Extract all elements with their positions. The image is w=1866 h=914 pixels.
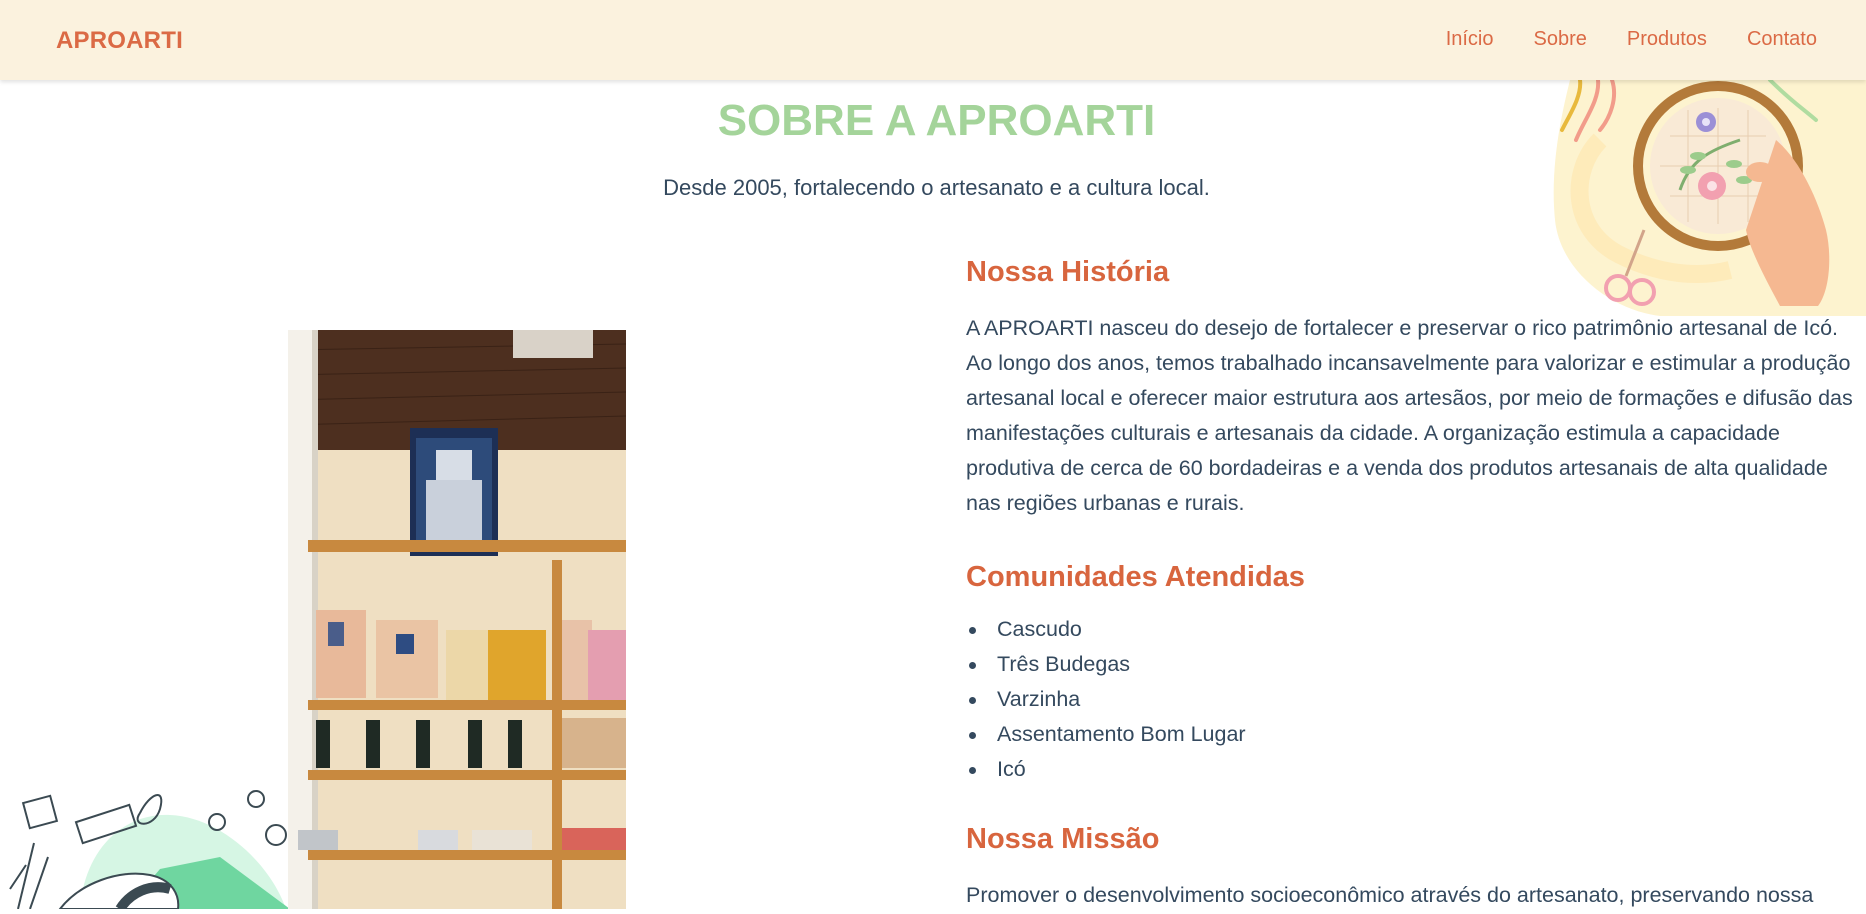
nav-link-sobre[interactable]: Sobre — [1534, 28, 1587, 51]
history-text: A APROARTI nasceu do desejo de fortalece… — [966, 311, 1866, 521]
brand-logo[interactable]: APROARTI — [56, 27, 183, 55]
mission-section: Nossa Missão Promover o desenvolvimento … — [966, 823, 1866, 913]
history-heading: Nossa História — [966, 256, 1866, 289]
nav-link-produtos[interactable]: Produtos — [1627, 28, 1707, 51]
list-item: Cascudo — [966, 612, 1866, 647]
nav-link-inicio[interactable]: Início — [1446, 28, 1494, 51]
communities-section: Comunidades Atendidas Cascudo Três Budeg… — [966, 561, 1866, 787]
about-content: Nossa História A APROARTI nasceu do dese… — [966, 256, 1866, 913]
page-subtitle: Desde 2005, fortalecendo o artesanato e … — [0, 175, 1866, 201]
page-title: SOBRE A APROARTI — [0, 96, 1866, 146]
mission-text: Promover o desenvolvimento socioeconômic… — [966, 878, 1866, 913]
list-item: Três Budegas — [966, 647, 1866, 682]
list-item: Varzinha — [966, 682, 1866, 717]
nav-link-contato[interactable]: Contato — [1747, 28, 1817, 51]
list-item: Assentamento Bom Lugar — [966, 717, 1866, 752]
craft-store-shelves-photo — [288, 330, 626, 909]
mission-heading: Nossa Missão — [966, 823, 1866, 856]
communities-list: Cascudo Três Budegas Varzinha Assentamen… — [966, 612, 1866, 787]
nav-links: Início Sobre Produtos Contato — [1446, 28, 1817, 51]
communities-heading: Comunidades Atendidas — [966, 561, 1866, 594]
list-item: Icó — [966, 752, 1866, 787]
sewing-tools-illustration — [0, 773, 290, 909]
history-section: Nossa História A APROARTI nasceu do dese… — [966, 256, 1866, 521]
navbar: APROARTI Início Sobre Produtos Contato — [0, 0, 1866, 80]
